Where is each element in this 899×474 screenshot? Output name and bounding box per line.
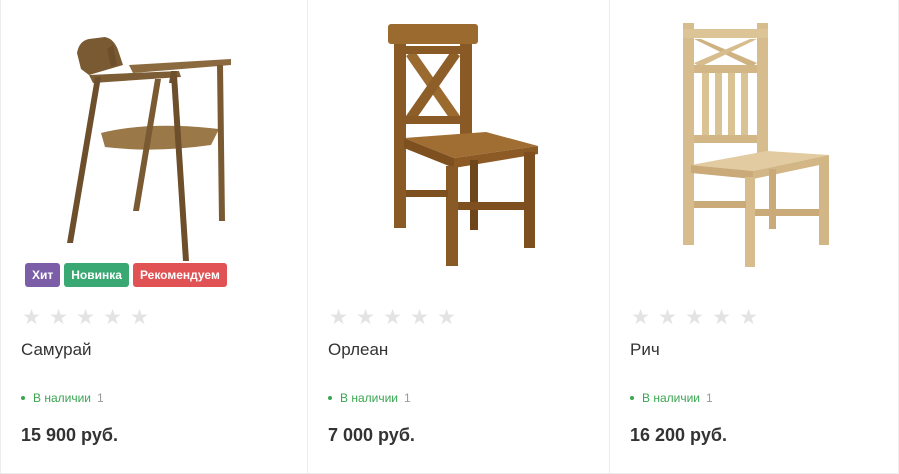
stock-status: В наличии 1	[328, 391, 411, 405]
product-image-link[interactable]	[610, 0, 898, 290]
in-stock-dot-icon	[630, 396, 634, 400]
star-icon[interactable]: ★	[409, 307, 430, 328]
star-icon[interactable]: ★	[355, 307, 376, 328]
product-card[interactable]: Хит Новинка Рекомендуем ★ ★ ★ ★ ★ Самура…	[0, 0, 308, 474]
rating-stars[interactable]: ★ ★ ★ ★ ★	[328, 307, 457, 328]
star-icon[interactable]: ★	[630, 307, 651, 328]
badge-recommended: Рекомендуем	[132, 263, 227, 287]
stock-label: В наличии	[642, 391, 701, 405]
stock-label: В наличии	[33, 391, 92, 405]
star-icon[interactable]: ★	[436, 307, 457, 328]
stock-status: В наличии 1	[21, 391, 104, 405]
slat-back-chair-image	[683, 23, 829, 267]
star-icon[interactable]: ★	[382, 307, 403, 328]
star-icon[interactable]: ★	[75, 307, 96, 328]
in-stock-dot-icon	[21, 396, 25, 400]
product-image-link[interactable]	[1, 0, 307, 290]
product-card[interactable]: ★ ★ ★ ★ ★ Рич В наличии 1 16 200 руб.	[610, 0, 899, 474]
rating-stars[interactable]: ★ ★ ★ ★ ★	[21, 307, 150, 328]
star-icon[interactable]: ★	[48, 307, 69, 328]
star-icon[interactable]: ★	[657, 307, 678, 328]
star-icon[interactable]: ★	[102, 307, 123, 328]
product-grid: Хит Новинка Рекомендуем ★ ★ ★ ★ ★ Самура…	[0, 0, 899, 474]
star-icon[interactable]: ★	[21, 307, 42, 328]
product-name-link[interactable]: Самурай	[21, 340, 92, 360]
product-price: 16 200 руб.	[630, 425, 727, 445]
stock-count: 1	[97, 391, 104, 405]
x-back-chair-image	[387, 24, 538, 266]
star-icon[interactable]: ★	[711, 307, 732, 328]
product-price: 15 900 руб.	[21, 425, 118, 445]
badge-hit: Хит	[25, 263, 61, 287]
star-icon[interactable]: ★	[738, 307, 759, 328]
in-stock-dot-icon	[328, 396, 332, 400]
star-icon[interactable]: ★	[684, 307, 705, 328]
stock-count: 1	[706, 391, 713, 405]
product-price: 7 000 руб.	[328, 425, 415, 445]
product-name-link[interactable]: Рич	[630, 340, 660, 360]
stock-count: 1	[404, 391, 411, 405]
badge-list: Хит Новинка Рекомендуем	[25, 263, 227, 287]
stock-label: В наличии	[340, 391, 399, 405]
product-card[interactable]: ★ ★ ★ ★ ★ Орлеан В наличии 1 7 000 руб.	[308, 0, 610, 474]
stock-status: В наличии 1	[630, 391, 713, 405]
product-name-link[interactable]: Орлеан	[328, 340, 388, 360]
product-image-link[interactable]	[308, 0, 609, 290]
rating-stars[interactable]: ★ ★ ★ ★ ★	[630, 307, 759, 328]
armchair-image	[67, 37, 231, 261]
star-icon[interactable]: ★	[328, 307, 349, 328]
star-icon[interactable]: ★	[129, 307, 150, 328]
badge-new: Новинка	[64, 263, 129, 287]
